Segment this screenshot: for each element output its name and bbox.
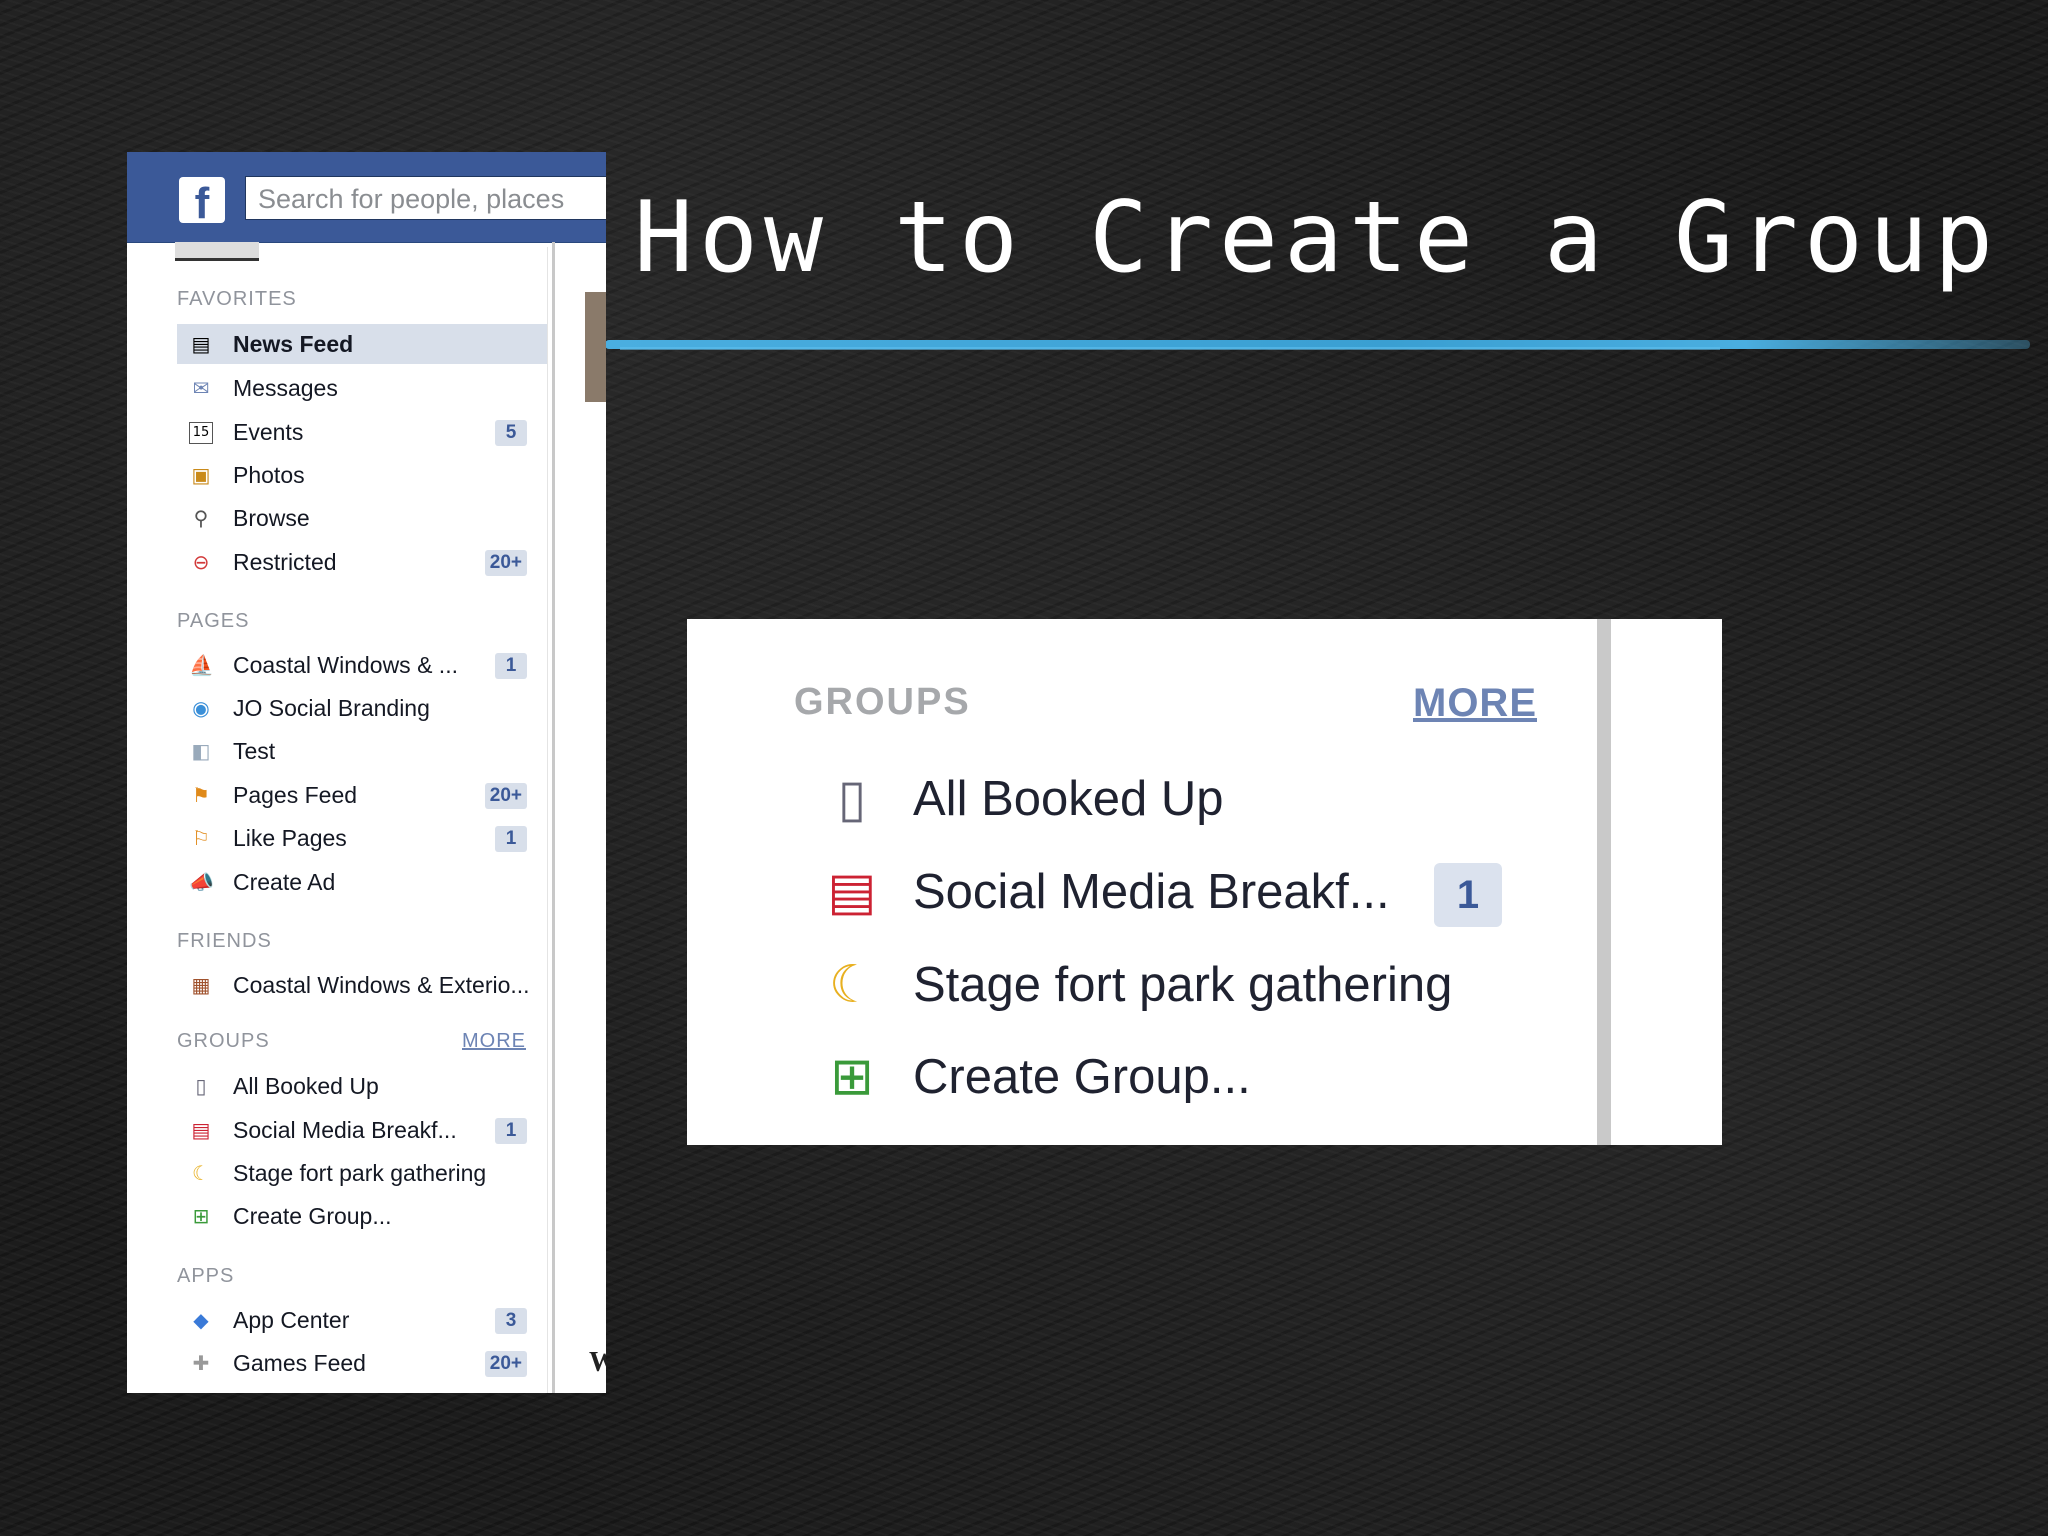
sidebar-item-games-feed[interactable]: ✚ Games Feed 20+ [177,1343,547,1383]
sidebar-item-coastal-windows-page[interactable]: ⛵ Coastal Windows & ... 1 [177,645,547,685]
sidebar-item-label: Coastal Windows & Exterio... [233,972,530,998]
create-group-icon: ⊞ [830,1047,874,1107]
sidebar-item-like-pages[interactable]: ⚐ Like Pages 1 [177,818,547,858]
friend-list-icon: ▦ [191,973,211,997]
feed-image-sliver [585,292,606,402]
sidebar-item-label: Photos [233,462,305,488]
sidebar-item-stage-fort-park-gathering[interactable]: ☾ Stage fort park gathering [177,1153,547,1193]
group-item-label: Stage fort park gathering [913,958,1453,1012]
sidebar-item-coastal-windows-friends[interactable]: ▦ Coastal Windows & Exterio... [177,965,547,1005]
sidebar-divider-light [547,247,548,1393]
group-item-label: All Booked Up [913,772,1224,826]
book-icon: ▯ [195,1074,207,1098]
sidebar-item-label: Restricted [233,549,337,575]
count-badge: 1 [1434,863,1502,927]
facebook-sidebar-screenshot: f Search for people, places W FAVORITES … [127,152,606,1393]
count-badge: 1 [495,826,527,852]
group-item-all-booked-up[interactable]: ▯ All Booked Up [817,759,1577,839]
sidebar-item-label: Messages [233,375,338,401]
groups-more-link[interactable]: MORE [462,1030,526,1053]
section-heading-favorites: FAVORITES [177,288,297,310]
sidebar-item-label: Stage fort park gathering [233,1160,487,1186]
news-feed-icon: ▤ [191,332,211,356]
sidebar-item-jo-social-branding[interactable]: ◉ JO Social Branding [177,688,547,728]
sidebar-item-label: Create Group... [233,1203,392,1229]
moon-star-icon: ☾ [192,1161,210,1185]
sidebar-item-label: All Booked Up [233,1073,379,1099]
page-icon: ⛵ [189,653,214,677]
count-badge: 5 [495,420,527,446]
sidebar-item-pages-feed[interactable]: ⚑ Pages Feed 20+ [177,775,547,815]
page-blank-icon: ◧ [191,739,211,763]
certificate-icon: ▤ [827,862,877,922]
like-pages-icon: ⚐ [192,826,210,850]
sidebar-item-label: JO Social Branding [233,695,430,721]
sidebar-item-app-center[interactable]: ◆ App Center 3 [177,1300,547,1340]
count-badge: 1 [495,1118,527,1144]
globe-icon: ◉ [192,696,210,720]
search-icon: ⚲ [193,506,209,530]
feed-text-fragment: W [589,1347,606,1378]
sidebar-item-label: Browse [233,505,310,531]
calendar-icon: 15 [189,422,213,444]
sidebar-item-test[interactable]: ◧ Test [177,731,547,771]
sidebar-divider [552,242,555,1393]
games-icon: ✚ [192,1351,210,1375]
section-heading-pages: PAGES [177,610,250,632]
sidebar-item-label: Games Feed [233,1350,366,1376]
scrollbar[interactable] [1597,619,1611,1145]
count-badge: 20+ [484,1351,527,1377]
sidebar-item-messages[interactable]: ✉ Messages [177,368,547,408]
sidebar-item-create-group[interactable]: ⊞ Create Group... [177,1196,547,1236]
sidebar-item-label: Social Media Breakf... [233,1117,457,1143]
create-group-icon: ⊞ [192,1204,210,1228]
group-item-label: Social Media Breakf... [913,865,1390,919]
sidebar-item-photos[interactable]: ▣ Photos [177,455,547,495]
sidebar-item-events[interactable]: 15 Events 5 [177,412,547,452]
messages-icon: ✉ [192,376,210,400]
sidebar-item-all-booked-up[interactable]: ▯ All Booked Up [177,1066,547,1106]
group-item-label: Create Group... [913,1050,1251,1104]
count-badge: 20+ [484,550,527,576]
certificate-icon: ▤ [191,1118,211,1142]
sidebar-item-news-feed[interactable]: ▤ News Feed [177,324,547,364]
sidebar-item-label: Create Ad [233,869,336,895]
slide-title: How to Create a Group [634,181,2000,295]
section-heading-friends: FRIENDS [177,930,272,952]
moon-star-icon: ☾ [828,955,876,1015]
group-item-social-media-breakfast[interactable]: ▤ Social Media Breakf... 1 [817,852,1577,932]
sidebar-item-label: Events [233,419,304,445]
sidebar-item-label: Coastal Windows & ... [233,652,458,678]
photos-icon: ▣ [191,463,211,487]
group-item-stage-fort-park-gathering[interactable]: ☾ Stage fort park gathering [817,945,1577,1025]
section-heading-groups: GROUPS [177,1030,270,1052]
sidebar-item-label: Pages Feed [233,782,358,808]
create-ad-icon: 📣 [189,870,214,894]
facebook-header: f Search for people, places [127,152,606,243]
count-badge: 1 [495,653,527,679]
book-icon: ▯ [837,769,867,829]
search-input[interactable]: Search for people, places [245,176,606,220]
pages-feed-icon: ⚑ [192,783,210,807]
count-badge: 20+ [484,783,527,809]
section-heading-apps: APPS [177,1265,235,1287]
restricted-icon: ⊖ [192,550,210,574]
avatar[interactable] [175,242,259,261]
title-underline-highlight [620,347,1720,350]
sidebar-item-label: Test [233,738,276,764]
sidebar-item-label: News Feed [233,331,354,357]
section-heading-groups: GROUPS [794,681,971,723]
sidebar-item-create-ad[interactable]: 📣 Create Ad [177,862,547,902]
sidebar-item-label: Like Pages [233,825,347,851]
sidebar-item-restricted[interactable]: ⊖ Restricted 20+ [177,542,547,582]
group-item-create-group[interactable]: ⊞ Create Group... [817,1037,1577,1117]
sidebar-item-browse[interactable]: ⚲ Browse [177,498,547,538]
groups-zoom-panel: GROUPS MORE ▯ All Booked Up ▤ Social Med… [687,619,1722,1145]
count-badge: 3 [495,1308,527,1334]
app-center-icon: ◆ [193,1308,209,1332]
groups-more-link[interactable]: MORE [1413,681,1537,726]
sidebar-item-label: App Center [233,1307,350,1333]
facebook-logo-icon[interactable]: f [179,177,225,223]
sidebar-item-social-media-breakfast[interactable]: ▤ Social Media Breakf... 1 [177,1110,547,1150]
